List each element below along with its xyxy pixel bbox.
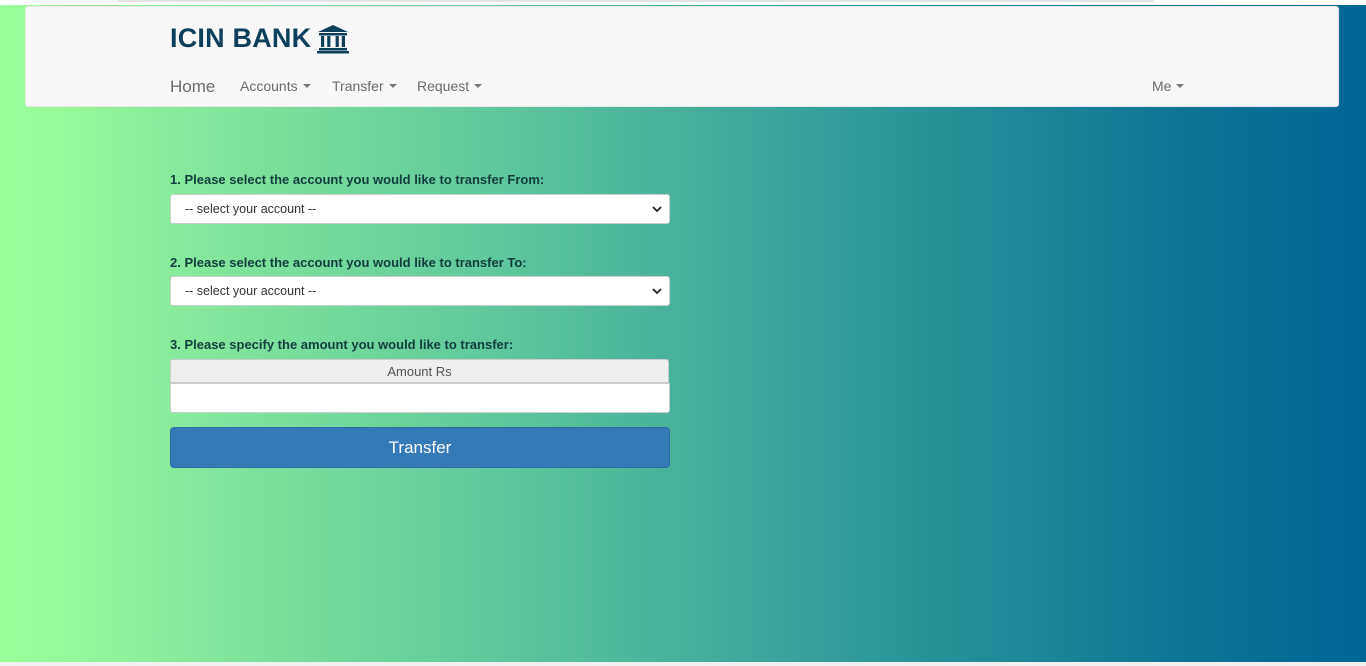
browser-top-strip	[0, 0, 1366, 5]
brand-title: ICIN BANK	[170, 23, 312, 53]
navbar: ICIN BANK Home Accounts Transfer Request…	[25, 6, 1339, 107]
caret-down-icon	[474, 84, 483, 88]
nav-accounts-label: Accounts	[240, 78, 298, 94]
amount-currency-addon: Amount Rs	[170, 359, 669, 383]
from-account-select[interactable]: -- select your account --	[170, 194, 670, 224]
bottom-strip	[0, 662, 1366, 666]
nav-me-label: Me	[1152, 78, 1172, 94]
nav-home-link[interactable]: Home	[170, 77, 215, 97]
chevron-down-icon	[652, 206, 662, 213]
to-account-select[interactable]: -- select your account --	[170, 276, 670, 306]
nav-request-label: Request	[417, 78, 470, 94]
nav-me-dropdown[interactable]: Me	[1152, 78, 1185, 94]
bank-building-icon	[317, 24, 350, 54]
amount-label: 3. Please specify the amount you would l…	[170, 337, 514, 352]
from-account-select-value: -- select your account --	[185, 202, 317, 216]
transfer-button[interactable]: Transfer	[170, 427, 670, 468]
nav-request-dropdown[interactable]: Request	[417, 78, 483, 94]
caret-down-icon	[1176, 84, 1185, 88]
from-account-label: 1. Please select the account you would l…	[170, 172, 545, 187]
caret-down-icon	[388, 84, 397, 88]
caret-down-icon	[302, 84, 311, 88]
amount-input[interactable]	[170, 383, 670, 413]
nav-transfer-dropdown[interactable]: Transfer	[332, 78, 397, 94]
to-account-label: 2. Please select the account you would l…	[170, 255, 527, 270]
nav-transfer-label: Transfer	[332, 78, 384, 94]
brand[interactable]: ICIN BANK	[170, 23, 350, 54]
nav-accounts-dropdown[interactable]: Accounts	[240, 78, 311, 94]
chevron-down-icon	[652, 288, 662, 295]
top-divider	[118, 0, 1154, 2]
to-account-select-value: -- select your account --	[185, 284, 317, 298]
